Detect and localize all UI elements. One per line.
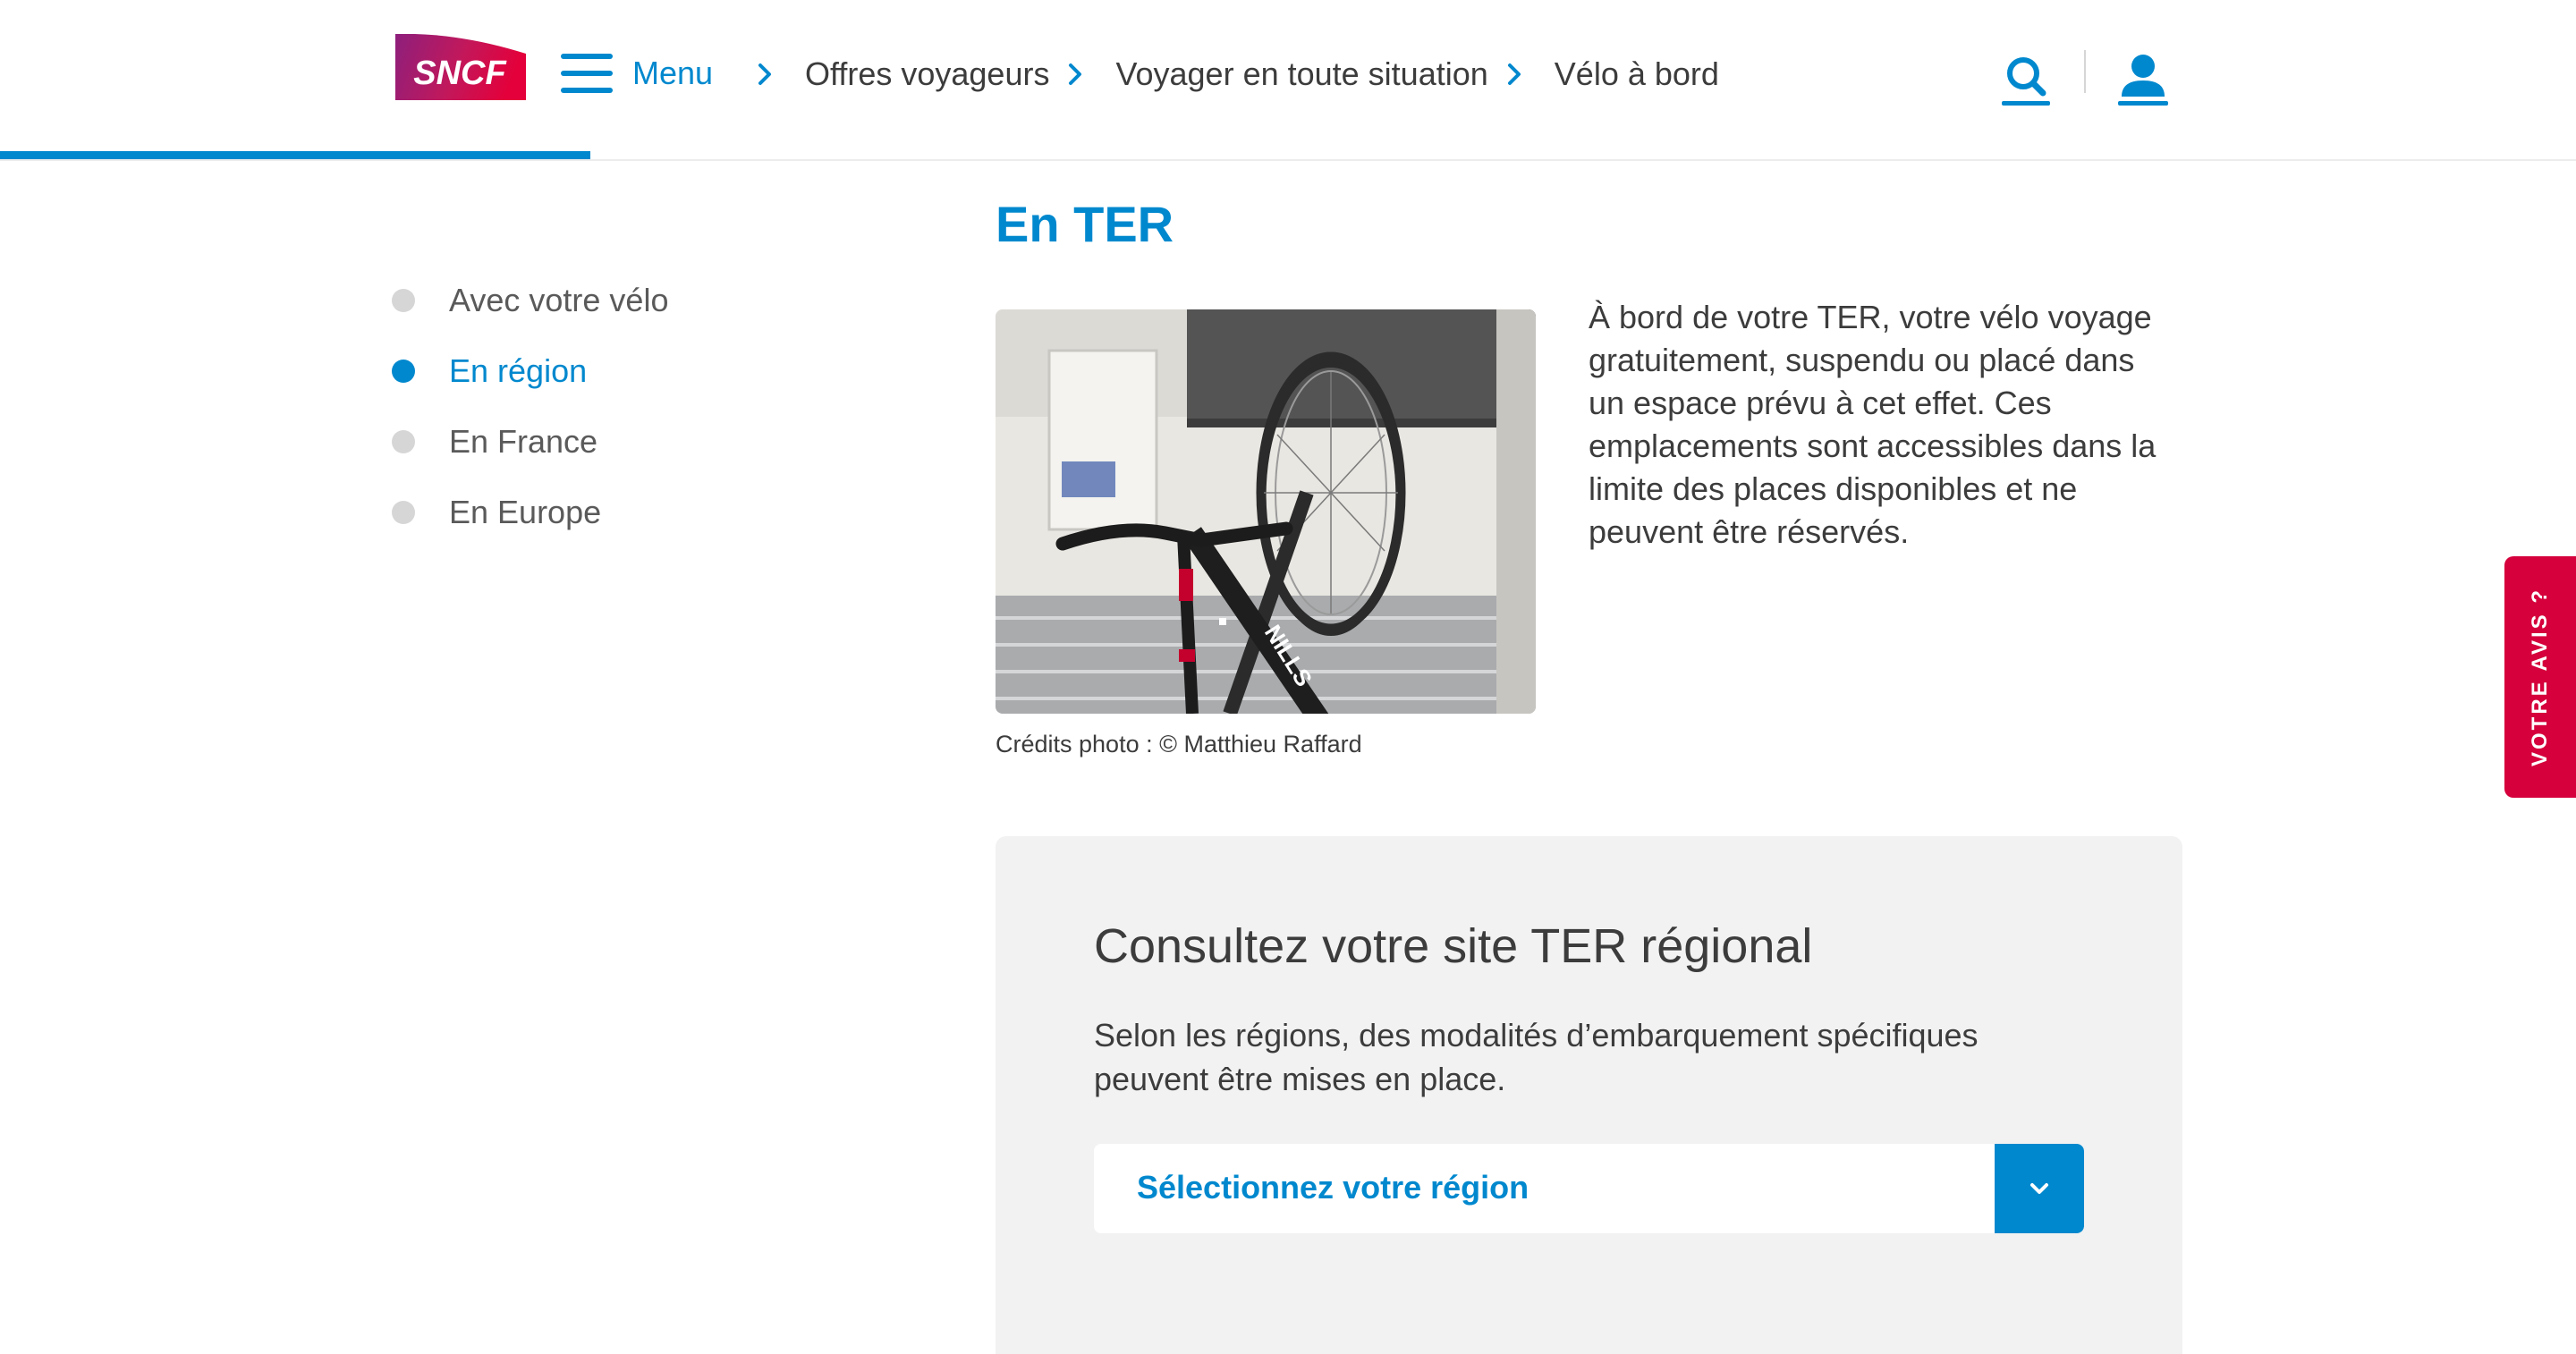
search-icon[interactable]	[2000, 52, 2052, 107]
chevron-right-icon	[1507, 63, 1521, 85]
region-panel-title: Consultez votre site TER régional	[1094, 919, 1813, 973]
intro-paragraph: À bord de votre TER, votre vélo voyage g…	[1589, 299, 2157, 550]
page-title: En TER	[996, 196, 1174, 252]
feedback-tab-label: VOTRE AVIS ?	[2528, 587, 2552, 767]
menu-label: Menu	[632, 55, 714, 91]
region-select[interactable]: Sélectionnez votre région	[1094, 1144, 2084, 1233]
chevron-right-icon	[758, 63, 771, 85]
breadcrumb-item-offres-voyageurs[interactable]: Offres voyageurs	[805, 55, 1049, 93]
section-nav-item-avec-votre-velo[interactable]: Avec votre vélo	[392, 265, 668, 335]
section-dot-icon	[392, 500, 415, 524]
section-nav-item-en-france[interactable]: En France	[392, 406, 668, 477]
hamburger-icon	[561, 54, 613, 93]
chevron-down-icon	[2030, 1183, 2048, 1194]
region-select-label: Sélectionnez votre région	[1137, 1169, 1530, 1206]
region-panel: Consultez votre site TER régional Selon …	[996, 836, 2182, 1354]
section-nav-label: En Europe	[449, 493, 602, 530]
section-nav-item-en-region[interactable]: En région	[392, 335, 668, 406]
section-nav-label: En France	[449, 422, 598, 460]
bike-illustration: NILLS	[996, 309, 1536, 714]
chevron-right-icon	[1069, 63, 1082, 85]
svg-text:SNCF: SNCF	[413, 55, 507, 92]
breadcrumb: Offres voyageurs Voyager en toute situat…	[739, 55, 1719, 93]
feedback-tab[interactable]: VOTRE AVIS ?	[2504, 556, 2576, 798]
section-nav-label: En région	[449, 351, 588, 389]
header-divider	[2084, 50, 2086, 93]
section-dot-icon	[392, 288, 415, 312]
bike-photo: NILLS	[996, 309, 1536, 714]
site-header: SNCF Menu Offres voyageurs Voyager en to…	[0, 0, 2576, 161]
breadcrumb-item-voyager-en-toute-situation[interactable]: Voyager en toute situation	[1115, 55, 1487, 93]
photo-caption: Crédits photo : © Matthieu Raffard	[996, 731, 1362, 757]
section-nav: Avec votre vélo En région En France En E…	[392, 265, 668, 547]
region-select-toggle[interactable]	[1995, 1144, 2084, 1233]
account-icon[interactable]	[2116, 52, 2170, 107]
section-nav-item-en-europe[interactable]: En Europe	[392, 477, 668, 547]
section-dot-icon	[392, 359, 415, 383]
sncf-logo[interactable]: SNCF	[395, 34, 526, 100]
section-nav-label: Avec votre vélo	[449, 281, 669, 318]
breadcrumb-item-velo-a-bord: Vélo à bord	[1554, 55, 1719, 92]
menu-button[interactable]: Menu	[561, 54, 713, 93]
reading-progress-bar	[0, 151, 590, 159]
region-panel-text: Selon les régions, des modalités d’embar…	[1094, 1017, 1979, 1097]
section-dot-icon	[392, 429, 415, 453]
